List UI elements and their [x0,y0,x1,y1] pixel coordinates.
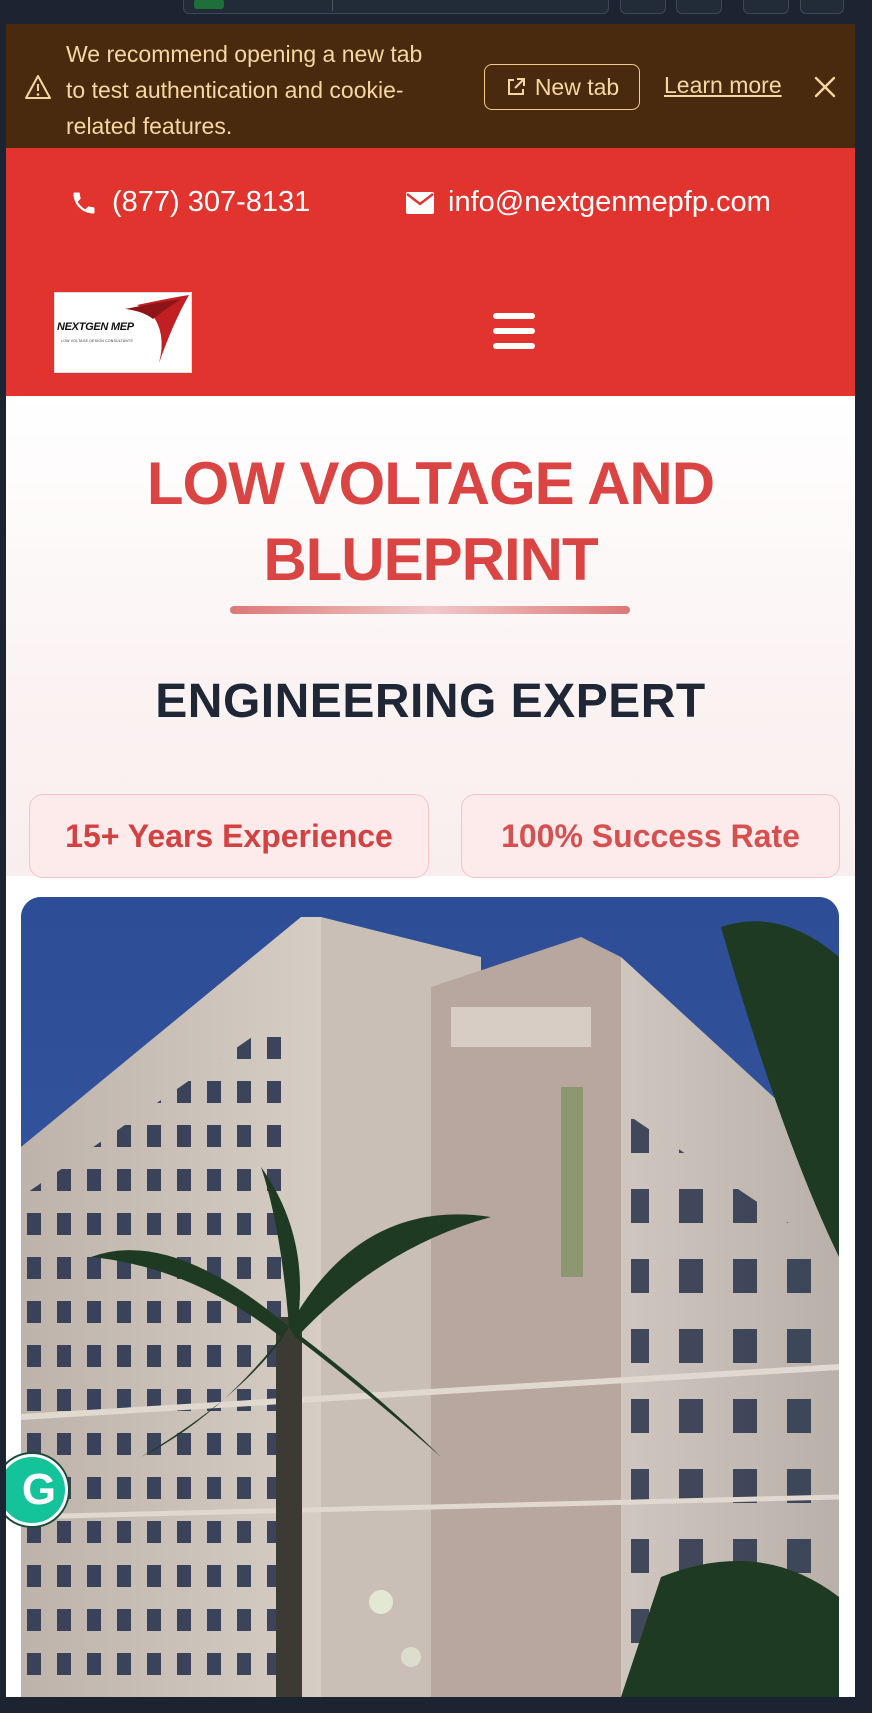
learn-more-link[interactable]: Learn more [664,72,782,99]
site-logo[interactable]: NEXTGEN MEP LOW VOLTAGE DESIGN CONSULTAN… [54,292,192,373]
logo-swoosh [125,295,189,363]
hero-title: LOW VOLTAGE AND BLUEPRINT [6,446,855,598]
hero-building-photo [21,897,839,1697]
hotel-illustration [21,897,839,1697]
external-link-icon [507,78,525,95]
envelope-icon [406,191,434,214]
title-divider [230,606,630,614]
new-tab-label: New tab [534,73,620,100]
stat-badge-experience: 15+ Years Experience [29,794,429,878]
hero-title-line1: LOW VOLTAGE AND [146,450,715,517]
email-address: info@nextgenmepfp.com [448,186,771,218]
webpage: We recommend opening a new tab to test a… [6,24,855,1697]
toolbar-button[interactable] [676,0,722,14]
hamburger-menu-icon[interactable] [493,313,537,353]
contact-bar: (877) 307-8131 info@nextgenmepfp.com [6,148,855,264]
secure-badge [194,0,224,9]
browser-toolbar [0,0,872,24]
banner-message: We recommend opening a new tab to test a… [66,41,423,139]
logo-wordmark: NEXTGEN MEP [57,321,134,333]
phone-number: (877) 307-8131 [112,186,311,218]
email-contact[interactable]: info@nextgenmepfp.com [406,186,771,219]
toolbar-button[interactable] [620,0,666,14]
close-icon[interactable] [812,74,838,100]
phone-contact[interactable]: (877) 307-8131 [70,186,310,219]
hero-title-line2: BLUEPRINT [263,526,598,593]
recommendation-banner: We recommend opening a new tab to test a… [6,24,855,148]
phone-icon [73,192,95,213]
hero-subtitle: ENGINEERING EXPERT [155,675,706,728]
hero-section: LOW VOLTAGE AND BLUEPRINT ENGINEERING EX… [6,396,855,878]
warning-icon [25,75,51,99]
toolbar-button[interactable] [800,0,844,14]
stat-badge-success-rate: 100% Success Rate [461,794,840,878]
logo-tagline: LOW VOLTAGE DESIGN CONSULTANTS [61,339,133,343]
address-bar[interactable] [183,0,609,14]
new-tab-button[interactable]: New tab [484,64,640,110]
toolbar-button[interactable] [743,0,789,14]
